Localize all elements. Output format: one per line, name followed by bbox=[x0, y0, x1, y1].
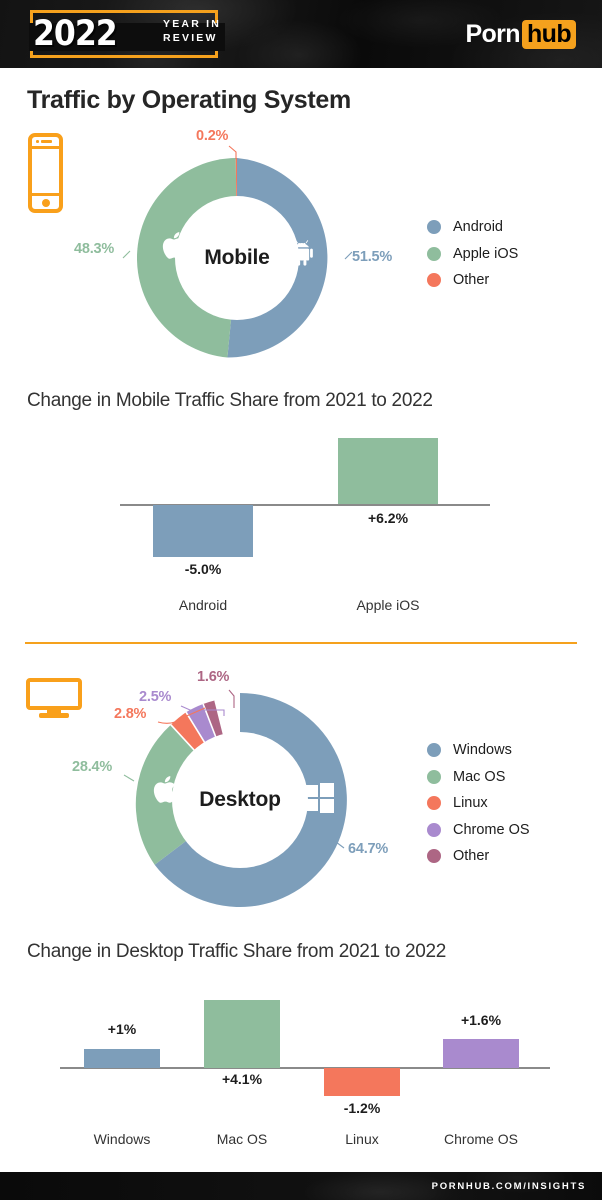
mobile-pct-other: 0.2% bbox=[196, 128, 229, 144]
desktop-bar-category-windows: Windows bbox=[93, 1131, 151, 1147]
mobile-pct-android: 51.5% bbox=[352, 249, 393, 265]
phone-speaker-bar bbox=[41, 140, 52, 143]
desktop-donut-svg bbox=[135, 693, 347, 907]
desktop-bar-mac-os[interactable] bbox=[204, 1000, 280, 1068]
legend-label-chrome-os: Chrome OS bbox=[453, 821, 530, 838]
desktop-pct-chrome-os: 2.5% bbox=[139, 689, 172, 705]
phone-icon bbox=[28, 133, 63, 213]
desktop-bar-linux[interactable] bbox=[324, 1068, 400, 1096]
desktop-pct-mac-os: 28.4% bbox=[72, 759, 113, 775]
legend-item-chrome-os[interactable]: Chrome OS bbox=[427, 817, 530, 844]
mobile-bar-category-apple-ios: Apple iOS bbox=[356, 597, 420, 613]
desktop-bar-category-mac-os: Mac OS bbox=[216, 1131, 268, 1147]
section-divider bbox=[25, 642, 577, 644]
page-title: Traffic by Operating System bbox=[27, 86, 351, 114]
desktop-bar-category-linux: Linux bbox=[345, 1131, 379, 1147]
mobile-donut-chart: Mobile bbox=[136, 158, 337, 358]
legend-dot-other bbox=[427, 849, 441, 864]
brand-logo[interactable]: Porn hub bbox=[465, 19, 576, 49]
leader-android bbox=[344, 251, 353, 260]
desktop-donut-hole bbox=[172, 732, 308, 868]
mobile-bar-apple-ios[interactable] bbox=[338, 438, 438, 504]
legend-item-other[interactable]: Other bbox=[427, 267, 518, 294]
footer-url[interactable]: PORNHUB.COM/INSIGHTS bbox=[432, 1181, 586, 1192]
desktop-bar-chrome-os[interactable] bbox=[443, 1039, 519, 1068]
desktop-bar-value-mac-os: +4.1% bbox=[221, 1071, 263, 1087]
legend-item-windows[interactable]: Windows bbox=[427, 737, 530, 764]
desktop-donut-chart: Desktop bbox=[133, 693, 347, 907]
desktop-bar-value-linux: -1.2% bbox=[343, 1100, 381, 1116]
legend-item-mac-os[interactable]: Mac OS bbox=[427, 764, 530, 791]
legend-dot-windows bbox=[427, 743, 441, 758]
monitor-screen bbox=[26, 678, 82, 710]
desktop-bar-value-chrome-os: +1.6% bbox=[460, 1012, 502, 1028]
desktop-bar-windows[interactable] bbox=[84, 1049, 160, 1068]
mobile-change-title: Change in Mobile Traffic Share from 2021… bbox=[27, 390, 433, 411]
desktop-change-title: Change in Desktop Traffic Share from 202… bbox=[27, 941, 447, 962]
leader-apple bbox=[122, 250, 131, 259]
desktop-bar-category-chrome-os: Chrome OS bbox=[444, 1131, 518, 1147]
legend-item-linux[interactable]: Linux bbox=[427, 790, 530, 817]
legend-label-linux: Linux bbox=[453, 795, 488, 812]
legend-item-android[interactable]: Android bbox=[427, 214, 518, 241]
year-in-review-line1: YEAR IN bbox=[163, 18, 221, 30]
year-in-review-line2: REVIEW bbox=[163, 32, 218, 44]
legend-dot-mac-os bbox=[427, 769, 441, 784]
mobile-legend: Android Apple iOS Other bbox=[427, 214, 518, 294]
mobile-donut-hole bbox=[175, 196, 299, 320]
desktop-pct-linux: 2.8% bbox=[114, 706, 147, 722]
mobile-bar-value-android: -5.0% bbox=[184, 561, 222, 577]
page-header: 2022 YEAR IN REVIEW Porn hub bbox=[0, 0, 602, 68]
legend-item-other[interactable]: Other bbox=[427, 843, 530, 870]
desktop-pct-other: 1.6% bbox=[197, 669, 230, 685]
legend-dot-linux bbox=[427, 796, 441, 811]
legend-label-mac-os: Mac OS bbox=[453, 768, 506, 785]
desktop-legend: Windows Mac OS Linux Chrome OS Other bbox=[427, 737, 530, 870]
legend-label-windows: Windows bbox=[453, 742, 512, 759]
page-footer: PORNHUB.COM/INSIGHTS bbox=[0, 1172, 602, 1200]
brand-logo-porn: Porn bbox=[465, 20, 520, 48]
legend-dot-other bbox=[427, 273, 441, 288]
legend-item-apple-ios[interactable]: Apple iOS bbox=[427, 241, 518, 268]
legend-label-apple-ios: Apple iOS bbox=[453, 245, 519, 262]
mobile-donut-svg bbox=[136, 158, 328, 358]
phone-camera-dot bbox=[36, 140, 39, 143]
phone-screen bbox=[32, 146, 59, 196]
legend-dot-android bbox=[427, 220, 441, 235]
legend-label-other: Other bbox=[453, 848, 490, 865]
year-label: 2022 bbox=[33, 14, 118, 54]
legend-label-other: Other bbox=[453, 272, 490, 289]
brand-logo-hub: hub bbox=[521, 20, 576, 49]
monitor-icon bbox=[26, 678, 82, 718]
legend-label-android: Android bbox=[453, 219, 503, 236]
monitor-stand-base bbox=[39, 713, 69, 718]
phone-home-button bbox=[41, 199, 50, 207]
mobile-pct-apple-ios: 48.3% bbox=[74, 241, 115, 257]
mobile-bar-android[interactable] bbox=[153, 505, 253, 557]
desktop-pct-windows: 64.7% bbox=[348, 841, 389, 857]
legend-dot-chrome-os bbox=[427, 822, 441, 837]
desktop-bar-value-windows: +1% bbox=[107, 1021, 137, 1037]
mobile-bar-value-apple-ios: +6.2% bbox=[367, 510, 409, 526]
year-in-review-label: YEAR IN REVIEW bbox=[163, 17, 221, 45]
mobile-bar-category-android: Android bbox=[178, 597, 228, 613]
legend-dot-apple-ios bbox=[427, 246, 441, 261]
